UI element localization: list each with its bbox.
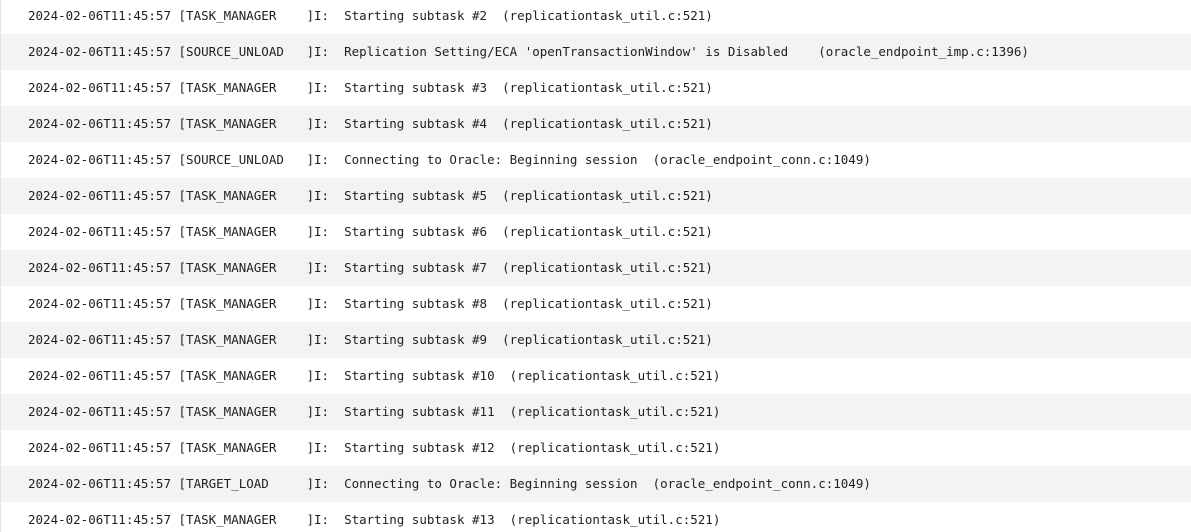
log-row: 2024-02-06T11:45:57 [TASK_MANAGER ]I: St…	[1, 430, 1191, 466]
log-list: 2024-02-06T11:45:57 [TASK_MANAGER ]I: St…	[1, 0, 1191, 532]
log-row: 2024-02-06T11:45:57 [TASK_MANAGER ]I: St…	[1, 250, 1191, 286]
log-row: 2024-02-06T11:45:57 [TASK_MANAGER ]I: St…	[1, 178, 1191, 214]
log-row: 2024-02-06T11:45:57 [TASK_MANAGER ]I: St…	[1, 106, 1191, 142]
log-viewer[interactable]: 2024-02-06T11:45:57 [TASK_MANAGER ]I: St…	[0, 0, 1191, 532]
log-row: 2024-02-06T11:45:57 [TASK_MANAGER ]I: St…	[1, 214, 1191, 250]
log-row: 2024-02-06T11:45:57 [SOURCE_UNLOAD ]I: C…	[1, 142, 1191, 178]
log-row: 2024-02-06T11:45:57 [TASK_MANAGER ]I: St…	[1, 70, 1191, 106]
log-row: 2024-02-06T11:45:57 [SOURCE_UNLOAD ]I: R…	[1, 34, 1191, 70]
log-row: 2024-02-06T11:45:57 [TASK_MANAGER ]I: St…	[1, 322, 1191, 358]
log-row: 2024-02-06T11:45:57 [TASK_MANAGER ]I: St…	[1, 502, 1191, 532]
log-row: 2024-02-06T11:45:57 [TASK_MANAGER ]I: St…	[1, 358, 1191, 394]
log-row: 2024-02-06T11:45:57 [TASK_MANAGER ]I: St…	[1, 0, 1191, 34]
log-row: 2024-02-06T11:45:57 [TASK_MANAGER ]I: St…	[1, 286, 1191, 322]
log-row: 2024-02-06T11:45:57 [TASK_MANAGER ]I: St…	[1, 394, 1191, 430]
log-row: 2024-02-06T11:45:57 [TARGET_LOAD ]I: Con…	[1, 466, 1191, 502]
